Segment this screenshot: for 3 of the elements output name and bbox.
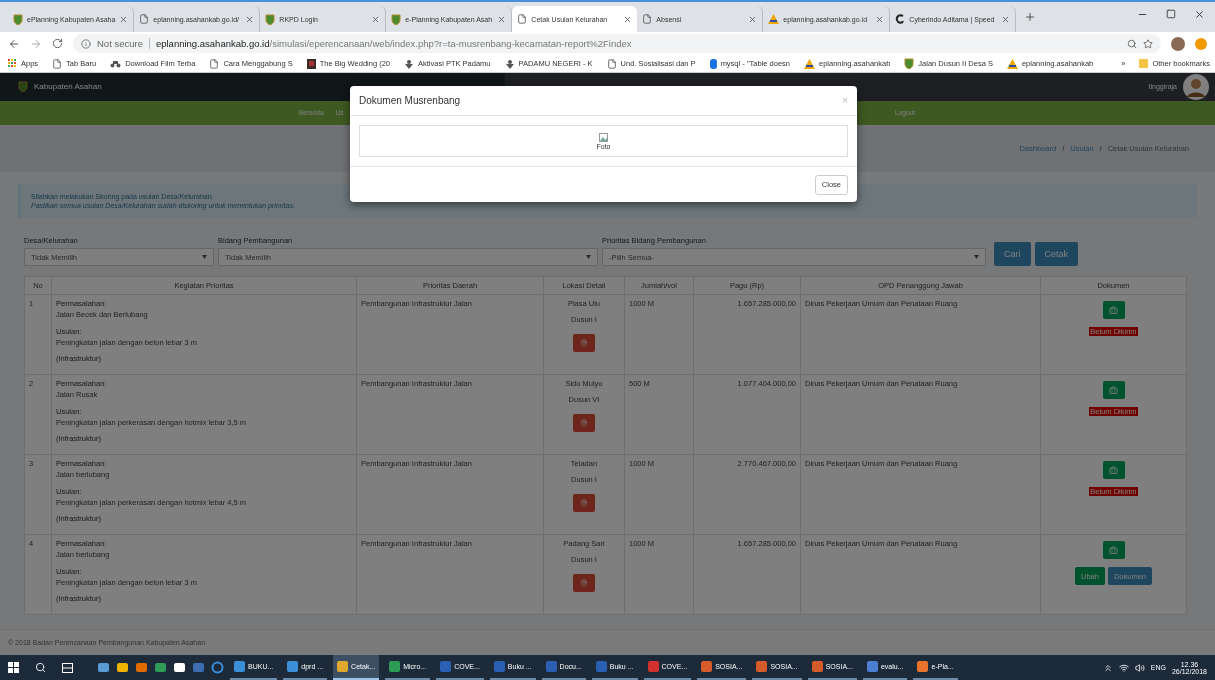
- brand-name[interactable]: Kabupaten Asahan: [34, 82, 102, 92]
- modal-title: Dokumen Musrenbang: [359, 95, 461, 106]
- address-bar[interactable]: Not secure eplanning.asahankab.go.id/simulasi/eperencanaan/web/index.php?r=ta-musrenbang-kecamatan-report%2Findex: [73, 34, 1161, 53]
